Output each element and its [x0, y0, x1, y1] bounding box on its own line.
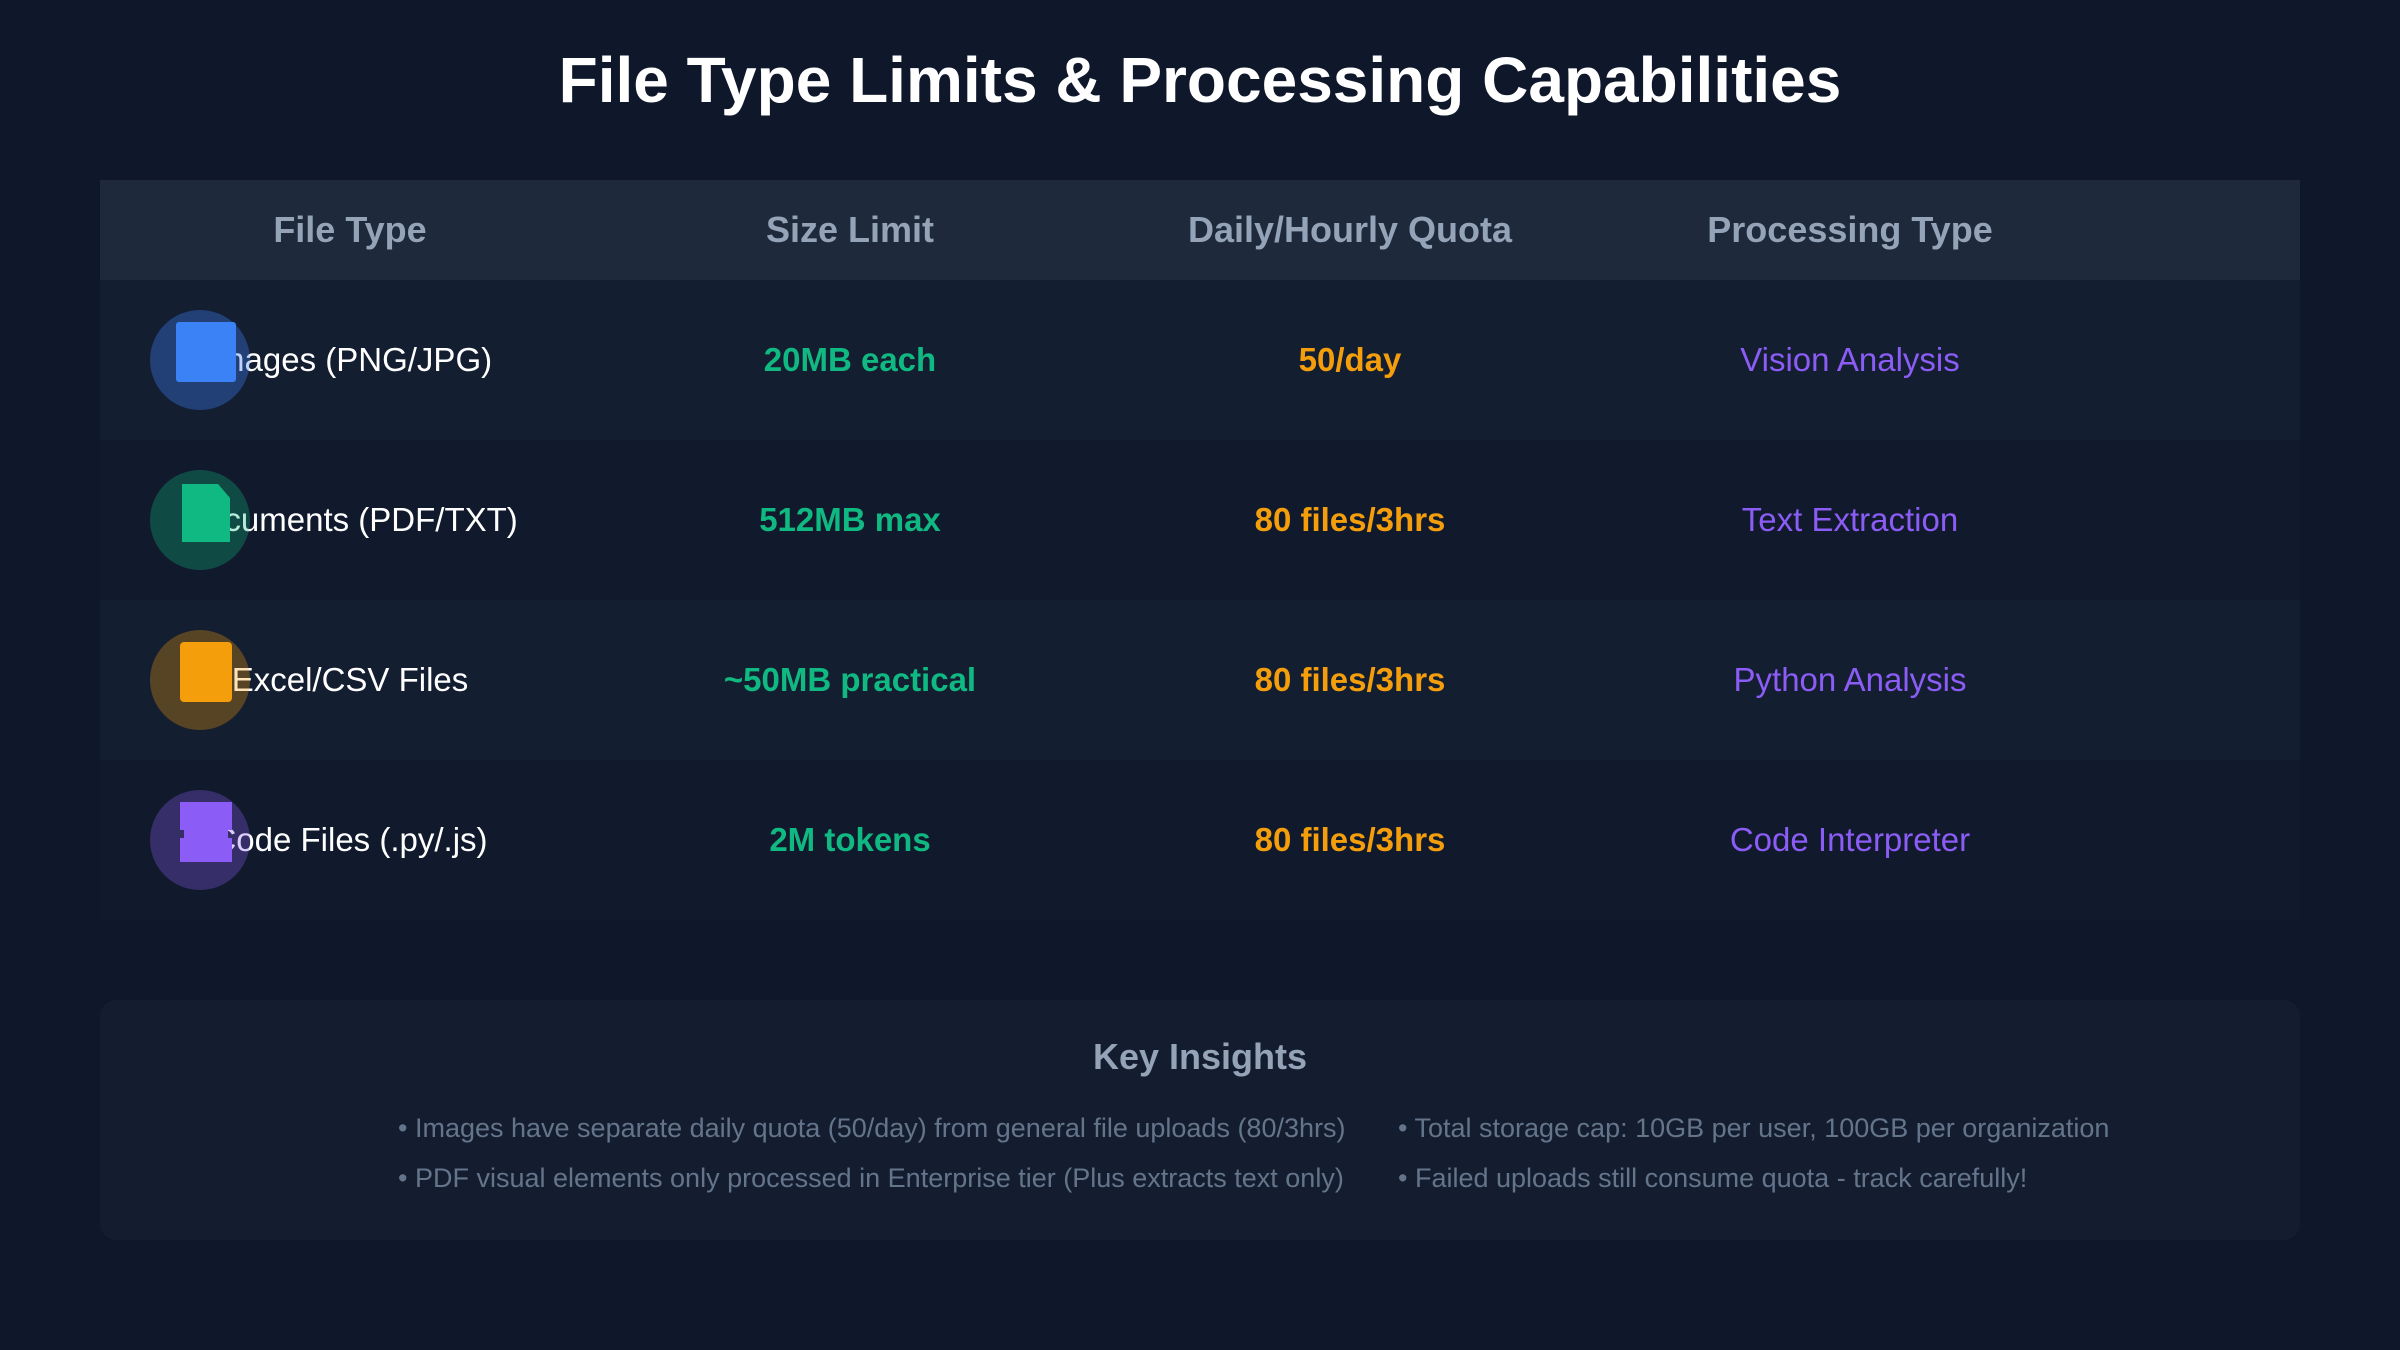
insight-item: • PDF visual elements only processed in …: [398, 1163, 1344, 1193]
size-limit-value: 2M tokens: [769, 821, 931, 858]
insight-item: • Total storage cap: 10GB per user, 100G…: [1398, 1113, 2110, 1143]
table-row: Images (PNG/JPG) 20MB each 50/day Vision…: [100, 280, 2300, 440]
table-row: Documents (PDF/TXT) 512MB max 80 files/3…: [100, 440, 2300, 600]
size-limit-value: ~50MB practical: [723, 661, 977, 698]
code-icon: [150, 790, 250, 890]
processing-type-value: Python Analysis: [1733, 661, 1967, 698]
table-row: Excel/CSV Files ~50MB practical 80 files…: [100, 600, 2300, 760]
header-size-limit: Size Limit: [765, 209, 935, 250]
image-icon: [150, 310, 250, 410]
size-limit-value: 20MB each: [763, 341, 937, 378]
page-title: File Type Limits & Processing Capabiliti…: [558, 44, 1842, 116]
header-processing-type: Processing Type: [1707, 209, 1993, 250]
key-insights-panel: Key Insights • Images have separate dail…: [100, 1000, 2300, 1240]
processing-type-value: Code Interpreter: [1729, 821, 1971, 858]
page: File Type Limits & Processing Capabiliti…: [0, 0, 2400, 1350]
quota-value: 80 files/3hrs: [1254, 821, 1446, 858]
processing-type-value: Text Extraction: [1741, 501, 1959, 538]
document-icon: [150, 470, 250, 570]
quota-value: 80 files/3hrs: [1254, 661, 1446, 698]
insight-item: • Failed uploads still consume quota - t…: [1398, 1163, 2028, 1193]
header-quota: Daily/Hourly Quota: [1187, 209, 1513, 250]
file-limits-table: File Type Size Limit Daily/Hourly Quota …: [100, 180, 2300, 920]
quota-value: 80 files/3hrs: [1254, 501, 1446, 538]
size-limit-value: 512MB max: [759, 501, 941, 538]
table-header: File Type Size Limit Daily/Hourly Quota …: [100, 180, 2300, 280]
insight-item: • Images have separate daily quota (50/d…: [398, 1113, 1346, 1143]
table-row: Code Files (.py/.js) 2M tokens 80 files/…: [100, 760, 2300, 920]
header-file-type: File Type: [273, 209, 427, 250]
processing-type-value: Vision Analysis: [1740, 341, 1960, 378]
spreadsheet-icon: [150, 630, 250, 730]
quota-value: 50/day: [1298, 341, 1402, 378]
insights-title: Key Insights: [1092, 1036, 1308, 1077]
